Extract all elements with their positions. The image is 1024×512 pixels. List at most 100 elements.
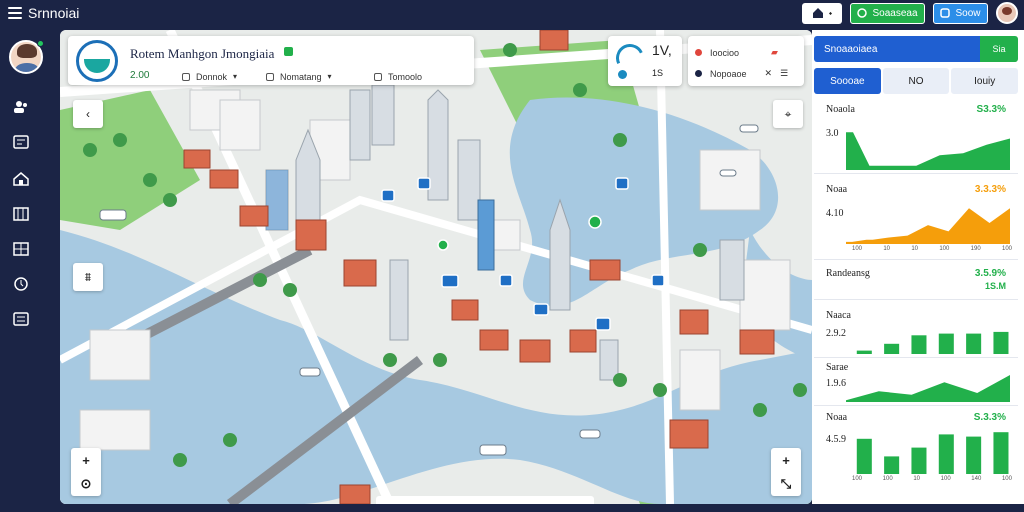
metric-chart-2: [846, 208, 1010, 244]
axis-tick-label: 100: [939, 246, 950, 252]
chevron-down-icon: ▾: [327, 72, 332, 81]
chart-bar: [911, 335, 927, 354]
map-title-card: Rotem Manhgon Jmongiaia 2.00 Donnok ▾ No…: [68, 36, 474, 85]
location-dot-icon: [695, 49, 702, 56]
layers-button[interactable]: ⩩: [73, 263, 103, 291]
filter-icon: [266, 72, 274, 81]
navigate-button[interactable]: ⌖: [773, 100, 803, 128]
location-row-1[interactable]: Ioocioo ▰: [695, 47, 778, 58]
fullscreen-button[interactable]: ⤡: [771, 472, 801, 496]
axis-tick-label: 140: [971, 476, 982, 482]
map-icon: [13, 207, 29, 221]
sidebar-item-settings[interactable]: [11, 310, 31, 328]
location-dot-icon: [695, 70, 702, 77]
metric-card-2[interactable]: Noaa 3.3.3% 4.10 100 10 10 100 190 100: [814, 180, 1018, 260]
metric-card-6[interactable]: Noaa S.3.3% 4.5.9 100 100 10 100 140 100: [814, 408, 1018, 500]
filter-icon: [374, 72, 382, 81]
tab-overview[interactable]: Soooae: [814, 68, 881, 94]
navigation-icon: ⌖: [784, 106, 792, 121]
verified-badge: [284, 47, 293, 56]
online-status-dot: [37, 40, 44, 47]
panel-header-button[interactable]: Sia: [980, 36, 1018, 62]
chart-bar: [966, 436, 982, 474]
sidebar-item-clock[interactable]: [11, 275, 31, 293]
metric-card-4[interactable]: Naaca 2.9.2: [814, 306, 1018, 358]
metric-chart-5: [846, 375, 1010, 402]
home-icon: [812, 8, 823, 18]
axis-tick-label: 100: [882, 476, 893, 482]
sidebar-item-users[interactable]: [11, 98, 31, 116]
layers-icon: ⩩: [84, 269, 92, 284]
dashboard-icon: [13, 135, 29, 149]
green-action-button[interactable]: Soaaseaa: [850, 2, 925, 24]
chart-bar: [993, 331, 1009, 354]
chart-bar: [966, 333, 982, 354]
weather-value: 1V,: [652, 42, 672, 58]
chart-bar: [856, 438, 872, 474]
metric-change: S3.3%: [976, 104, 1006, 115]
metric-card-3[interactable]: Randeansg 3.5.9% 1S.M: [814, 264, 1018, 300]
user-avatar[interactable]: [996, 2, 1018, 24]
app-title: Srnnoiai: [28, 5, 80, 21]
sidebar: [0, 26, 58, 512]
metric-value: 3.0: [826, 128, 839, 139]
metric-axis-6: 100 100 10 100 140 100: [852, 476, 1012, 482]
location-row-2[interactable]: Nopoaoe ✕ ☰: [695, 68, 788, 79]
filter-chip-3[interactable]: Tomoolo: [374, 69, 422, 84]
locate-button[interactable]: ⊙: [71, 472, 101, 496]
panel-title: Snoaaoiaea: [814, 36, 980, 62]
location-card[interactable]: Ioocioo ▰ Nopoaoe ✕ ☰: [688, 36, 804, 86]
green-action-label: Soaaseaa: [872, 7, 918, 19]
zoom-in-button[interactable]: +: [771, 448, 801, 472]
metric-chart-6: [856, 432, 1009, 474]
location-row-1-label: Ioocioo: [710, 47, 740, 58]
map-bottom-handle[interactable]: [376, 496, 594, 504]
zoom-control-left: + ⊙: [71, 448, 101, 496]
blue-action-label: Soow: [955, 7, 981, 19]
chart-bar: [856, 350, 872, 354]
chart-area: [846, 375, 1010, 402]
home-button[interactable]: ⬩: [802, 2, 842, 24]
sidebar-item-map[interactable]: [11, 205, 31, 223]
tab-three[interactable]: Iouiy: [951, 68, 1019, 94]
weather-sub: 1S: [652, 68, 664, 78]
metric-label: Noaola: [826, 104, 855, 115]
brand[interactable]: Srnnoiai: [8, 5, 79, 21]
filter-chip-1-label: Donnok: [196, 71, 228, 82]
zoom-in-button[interactable]: +: [71, 448, 101, 472]
clock-icon: [14, 277, 28, 291]
weather-card[interactable]: 1V, 1S: [608, 36, 682, 86]
flag-icon: ▰: [771, 47, 778, 57]
metric-card-5[interactable]: Sarae 1.9.6: [814, 358, 1018, 406]
users-icon: [14, 101, 27, 113]
axis-tick-label: 100: [1001, 476, 1012, 482]
menu-icon[interactable]: ☰: [780, 68, 788, 79]
chart-bar: [884, 456, 900, 474]
tab-two[interactable]: NO: [882, 68, 950, 94]
metric-change: S.3.3%: [973, 412, 1006, 423]
metric-label: Noaa: [826, 412, 848, 423]
metric-card-1[interactable]: Noaola S3.3% 3.0: [814, 100, 1018, 174]
city-map[interactable]: Rotem Manhgon Jmongiaia 2.00 Donnok ▾ No…: [60, 30, 812, 504]
settings-icon: [13, 312, 29, 326]
back-button[interactable]: ‹: [73, 100, 103, 128]
close-icon[interactable]: ✕: [765, 68, 773, 79]
menu-icon[interactable]: [8, 7, 22, 19]
axis-tick-label: 100: [852, 476, 863, 482]
chart-bar: [938, 434, 954, 474]
axis-tick-label: 100: [1001, 246, 1012, 252]
filter-icon: [182, 72, 190, 81]
filter-chip-1[interactable]: Donnok ▾: [182, 69, 237, 84]
filter-chip-2[interactable]: Nomatang ▾: [266, 69, 332, 84]
sidebar-item-dashboard[interactable]: [11, 133, 31, 151]
grid-icon: [13, 242, 29, 256]
chart-bar: [911, 447, 927, 474]
metric-change: 3.3.3%: [974, 184, 1006, 195]
metric-label: Randeansg: [826, 268, 870, 279]
sidebar-item-home[interactable]: [11, 170, 31, 188]
sidebar-item-grid[interactable]: [11, 240, 31, 258]
chart-bar: [938, 333, 954, 354]
chart-area: [846, 132, 1010, 170]
chart-bar: [993, 432, 1009, 474]
blue-action-button[interactable]: Soow: [933, 2, 988, 24]
